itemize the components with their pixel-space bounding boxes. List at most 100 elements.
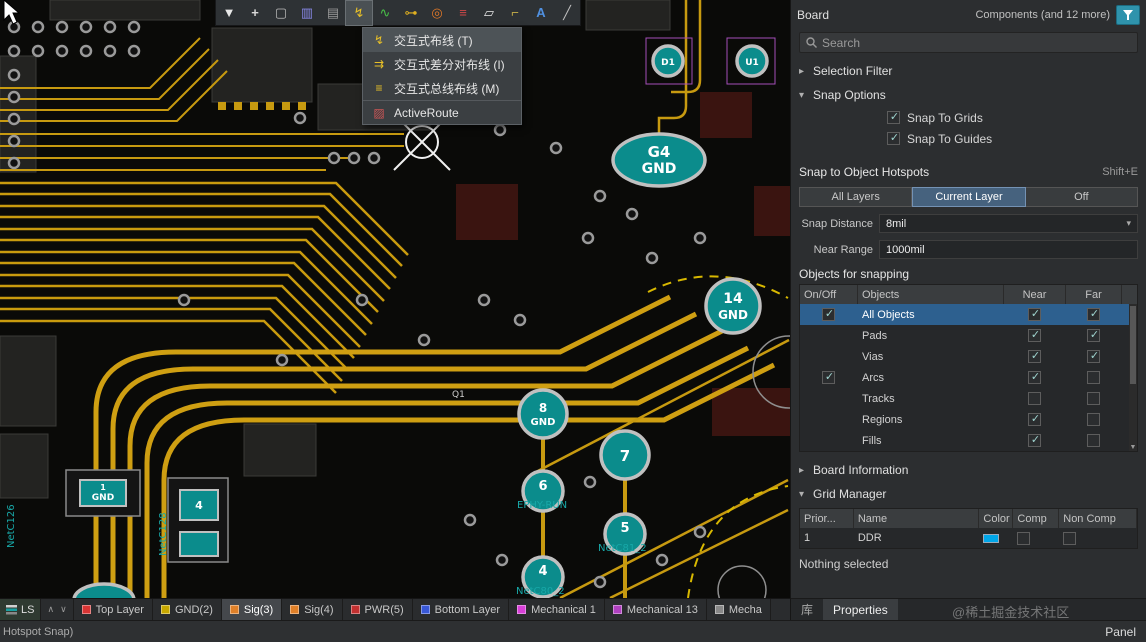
scroll-down-arrow-icon[interactable]: ▼ [1129,444,1137,451]
onoff-checkbox[interactable] [822,308,836,321]
near-checkbox[interactable] [1028,392,1041,405]
grid-row[interactable]: 1 DDR [800,528,1137,548]
row-label: Arcs [862,371,884,384]
near-checkbox[interactable] [1028,371,1042,384]
table-row[interactable]: Fills [800,430,1130,451]
dropdown-value: 8mil [886,217,907,230]
layer-tab-top-layer[interactable]: Top Layer [74,599,153,620]
column-graph-icon[interactable]: ▥ [294,1,320,25]
tab-properties[interactable]: Properties [823,599,898,620]
via-stitch-icon[interactable]: ◎ [424,1,450,25]
panels-button[interactable]: Panel [1105,625,1146,639]
scrollbar-thumb[interactable] [1130,306,1136,384]
pcb-canvas[interactable]: G4 GND 14 GND 8 GND 7 6 5 4 D1 U1 1 GND … [0,0,790,598]
onoff-checkbox[interactable] [822,371,836,384]
pad-label-8: 8 [539,401,547,415]
pad-label-d1: D1 [661,58,675,68]
far-checkbox[interactable] [1087,413,1100,426]
section-selection-filter[interactable]: ▸ Selection Filter [791,59,1146,83]
tab-library[interactable]: 库 [791,599,823,620]
floating-toolbar: ▼ + ▢ ▥ ▤ ↯ ∿ ⊶ ◎ ≡ ▱ ⌐ A ╱ [215,0,581,26]
snap-distance-dropdown[interactable]: 8mil ▾ [879,214,1138,233]
row-graph-icon[interactable]: ▤ [320,1,346,25]
near-checkbox[interactable] [1028,413,1042,426]
layer-tab-sig4[interactable]: Sig(4) [282,599,343,620]
far-checkbox[interactable] [1087,392,1100,405]
interactive-routing-icon: ↯ [373,33,385,47]
layer-tab-sig3[interactable]: Sig(3) [221,599,283,620]
near-checkbox[interactable] [1028,329,1042,342]
menu-item-interactive-routing[interactable]: ↯ 交互式布线 (T) [363,28,521,52]
layer-tab-mechanical-cut[interactable]: Mecha [707,599,771,620]
snap-to-grids-row[interactable]: Snap To Grids [887,107,1146,128]
layer-tab-mechanical-1[interactable]: Mechanical 1 [509,599,605,620]
polygon-pour-icon[interactable]: ▱ [476,1,502,25]
far-checkbox[interactable] [1087,308,1101,321]
section-board-information[interactable]: ▸ Board Information [791,458,1146,482]
layer-tab-mechanical-13[interactable]: Mechanical 13 [605,599,707,620]
measure-icon[interactable]: ⌐ [502,1,528,25]
current-layer-button[interactable]: Current Layer [912,187,1026,207]
far-checkbox[interactable] [1087,371,1100,384]
layer-tab-gnd2[interactable]: GND(2) [153,599,222,620]
comp-checkbox[interactable] [1017,531,1031,545]
status-bar: Hotspot Snap) Panel [0,620,1146,642]
near-range-input[interactable]: 1000mil [879,240,1138,259]
filter-toolbar-icon[interactable]: ▼ [216,1,242,25]
scroll-up-icon[interactable]: ∧ [47,604,54,615]
far-checkbox[interactable] [1087,350,1101,363]
snap-to-guides-row[interactable]: Snap To Guides [887,128,1146,149]
layer-tab-pwr5[interactable]: PWR(5) [343,599,413,620]
section-grid-manager[interactable]: ▾ Grid Manager [791,482,1146,506]
marquee-select-icon[interactable]: ▢ [268,1,294,25]
chevron-down-icon: ▾ [1126,218,1131,228]
scroll-down-icon[interactable]: ∨ [60,604,67,615]
near-checkbox[interactable] [1028,308,1042,321]
noncomp-checkbox[interactable] [1063,531,1077,545]
far-checkbox[interactable] [1087,329,1101,342]
layer-scroll-arrows[interactable]: ∧ ∨ [41,599,74,620]
table-row[interactable]: Tracks [800,388,1130,409]
interactive-routing-icon[interactable]: ↯ [345,0,373,26]
layer-color-swatch [714,605,724,614]
chevron-down-icon: ▾ [799,89,805,101]
near-checkbox[interactable] [1028,434,1042,447]
mouse-cursor [3,0,20,25]
place-text-icon[interactable]: A [528,1,554,25]
col-name: Name [854,509,980,528]
filter-button[interactable] [1116,5,1140,25]
layer-set-selector[interactable]: LS [0,599,42,620]
far-checkbox[interactable] [1087,434,1100,447]
section-snap-options[interactable]: ▾ Snap Options [791,83,1146,107]
key-icon[interactable]: ⊶ [398,1,424,25]
table-scrollbar[interactable]: ▼ [1129,304,1137,451]
table-row[interactable]: All Objects [800,304,1130,325]
search-icon [806,37,817,48]
layer-color-swatch [160,605,170,614]
menu-item-activeroute[interactable]: ▨ ActiveRoute [363,100,521,124]
menu-item-diff-pair-routing[interactable]: ⇉ 交互式差分对布线 (I) [363,52,521,76]
table-row[interactable]: Regions [800,409,1130,430]
grid-color-swatch[interactable] [983,533,1000,543]
place-line-icon[interactable]: ╱ [554,1,580,25]
snap-to-grids-checkbox[interactable] [887,111,901,124]
panel-scope-label[interactable]: Components (and 12 more) [975,9,1110,21]
table-row[interactable]: Arcs [800,367,1130,388]
search-box[interactable] [799,32,1138,53]
move-icon[interactable]: + [242,1,268,25]
layer-tab-bottom-layer[interactable]: Bottom Layer [413,599,510,620]
near-checkbox[interactable] [1028,350,1042,363]
signal-integrity-icon[interactable]: ∿ [372,1,398,25]
table-row[interactable]: Vias [800,346,1130,367]
search-input[interactable] [822,35,1131,50]
pad-label-14: 14 [723,291,743,307]
layer-tab-label: Mechanical 1 [531,603,596,616]
menu-item-bus-routing[interactable]: ≡ 交互式总线布线 (M) [363,76,521,100]
table-header: Prior... Name Color Comp Non Comp [800,509,1137,528]
layer-stack-icon[interactable]: ≡ [450,1,476,25]
all-layers-button[interactable]: All Layers [799,187,913,207]
table-row[interactable]: Pads [800,325,1130,346]
off-button[interactable]: Off [1025,187,1138,207]
grid-name: DDR [857,532,882,544]
snap-to-guides-checkbox[interactable] [887,132,901,145]
